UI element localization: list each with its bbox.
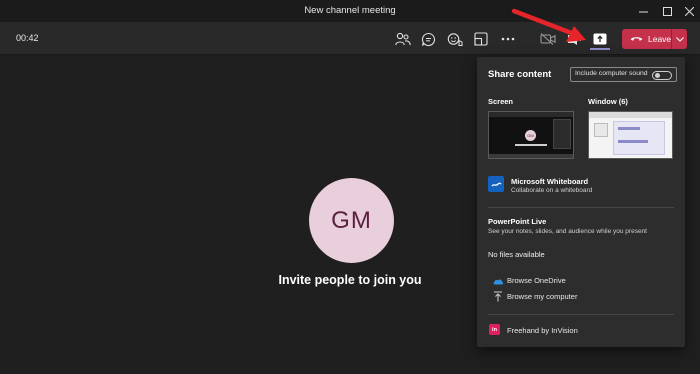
participants-icon[interactable]: [393, 29, 413, 49]
share-tray-icon[interactable]: [590, 29, 610, 50]
thumb-avatar: GM: [525, 130, 536, 141]
invite-text: Invite people to join you: [278, 273, 422, 287]
meeting-timer: 00:42: [16, 33, 39, 43]
invision-icon: in: [489, 324, 500, 335]
panel-title: Share content: [488, 69, 552, 80]
thumb-taskbar: [489, 154, 573, 158]
thumb-titlebar: [489, 112, 573, 117]
divider: [488, 314, 674, 315]
meeting-toolbar: 00:42 Leave: [0, 22, 700, 55]
minimize-icon[interactable]: [632, 0, 654, 22]
leave-button[interactable]: Leave: [622, 29, 687, 49]
avatar: GM: [309, 178, 394, 263]
thumb-window-line: [618, 140, 648, 143]
thumb-side-panel: [553, 119, 571, 149]
freehand-invision-link[interactable]: Freehand by InVision: [507, 326, 578, 335]
powerpoint-live-subtitle: See your notes, slides, and audience whi…: [488, 228, 647, 235]
rooms-icon[interactable]: [471, 29, 491, 49]
screen-thumbnail[interactable]: GM: [488, 111, 574, 159]
maximize-icon[interactable]: [656, 0, 678, 22]
thumb-window-image: [594, 123, 608, 137]
upload-icon: [490, 288, 506, 304]
divider: [488, 207, 674, 208]
window-title: New channel meeting: [304, 5, 396, 16]
reactions-icon[interactable]: [445, 29, 465, 49]
thumb-text-line: [515, 144, 547, 146]
annotation-arrow-icon: [511, 8, 586, 42]
include-sound-label: Include computer sound: [575, 70, 648, 77]
powerpoint-live-title: PowerPoint Live: [488, 217, 547, 226]
onedrive-icon: [490, 273, 506, 289]
screen-label: Screen: [488, 97, 514, 106]
toggle-switch[interactable]: [652, 71, 672, 80]
close-icon[interactable]: [678, 0, 700, 22]
title-bar: New channel meeting: [0, 0, 700, 22]
no-files-text: No files available: [488, 250, 545, 259]
chat-icon[interactable]: [418, 29, 438, 49]
leave-main[interactable]: Leave: [622, 29, 672, 49]
whiteboard-subtitle: Collaborate on a whiteboard: [511, 187, 593, 194]
invision-glyph: in: [492, 326, 497, 333]
include-sound-toggle[interactable]: Include computer sound: [570, 67, 677, 82]
window-label: Window (6): [588, 97, 628, 106]
chevron-down-icon[interactable]: [672, 29, 687, 49]
leave-label: Leave: [648, 34, 672, 44]
phone-hangup-icon: [630, 34, 643, 44]
browse-computer-link[interactable]: Browse my computer: [507, 292, 577, 301]
toggle-knob: [655, 73, 660, 78]
browse-onedrive-link[interactable]: Browse OneDrive: [507, 276, 566, 285]
teams-meeting-window: New channel meeting 00:42 Leave GM Invit…: [0, 0, 700, 374]
window-thumbnail[interactable]: [588, 111, 673, 159]
thumb-window-titlebar: [589, 112, 672, 118]
whiteboard-icon: [488, 176, 504, 192]
whiteboard-title[interactable]: Microsoft Whiteboard: [511, 177, 588, 186]
thumb-window-line: [618, 127, 640, 130]
share-content-panel: Share content Include computer sound Scr…: [477, 57, 685, 347]
